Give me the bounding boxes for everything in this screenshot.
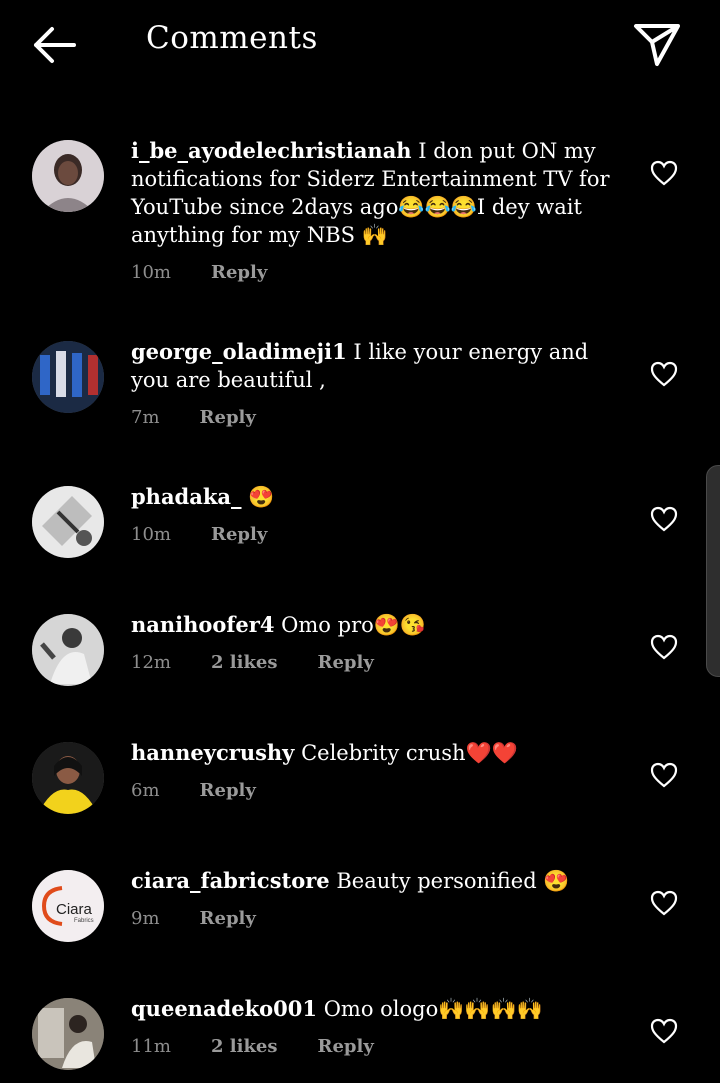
avatar[interactable]	[32, 998, 104, 1070]
reply-button[interactable]: Reply	[200, 407, 256, 428]
comment-username[interactable]: i_be_ayodelechristianah	[131, 138, 412, 163]
scrollbar-thumb[interactable]	[706, 465, 720, 677]
header-bar: Comments	[0, 0, 720, 90]
heart-icon[interactable]	[650, 160, 678, 186]
comment-text: phadaka_ 😍	[131, 483, 621, 511]
reply-button[interactable]: Reply	[318, 1036, 374, 1057]
comment-meta: 9m Reply	[131, 908, 296, 929]
avatar[interactable]	[32, 341, 104, 413]
comment-text: ciara_fabricstore Beauty personified 😍	[131, 867, 621, 895]
comment-time: 6m	[131, 780, 160, 801]
back-arrow-icon[interactable]	[28, 22, 84, 68]
comment-text: george_oladimeji1 I like your energy and…	[131, 338, 621, 394]
comment-meta: 12m 2 likes Reply	[131, 652, 414, 673]
comment-username[interactable]: george_oladimeji1	[131, 339, 347, 364]
reply-button[interactable]: Reply	[211, 262, 267, 283]
comment-body: Omo ologo🙌🙌🙌🙌	[323, 997, 543, 1021]
comment-meta: 11m 2 likes Reply	[131, 1036, 414, 1057]
likes-count[interactable]: 2 likes	[211, 1036, 278, 1057]
heart-icon[interactable]	[650, 890, 678, 916]
heart-icon[interactable]	[650, 361, 678, 387]
reply-button[interactable]: Reply	[200, 780, 256, 801]
ciara-logo-subtext: Fabrics	[74, 918, 94, 924]
comment-username[interactable]: phadaka_	[131, 484, 242, 509]
reply-button[interactable]: Reply	[200, 908, 256, 929]
comment-text: hanneycrushy Celebrity crush❤️❤️	[131, 739, 621, 767]
comment-meta: 7m Reply	[131, 407, 296, 428]
comment-username[interactable]: hanneycrushy	[131, 740, 294, 765]
comment-body: Omo pro😍😘	[281, 613, 427, 637]
heart-icon[interactable]	[650, 506, 678, 532]
heart-icon[interactable]	[650, 1018, 678, 1044]
heart-icon[interactable]	[650, 762, 678, 788]
comment-time: 9m	[131, 908, 160, 929]
avatar[interactable]	[32, 742, 104, 814]
comment-time: 12m	[131, 652, 171, 673]
comment-username[interactable]: ciara_fabricstore	[131, 868, 330, 893]
comment-text: i_be_ayodelechristianah I don put ON my …	[131, 137, 621, 249]
reply-button[interactable]: Reply	[318, 652, 374, 673]
comment-meta: 10m Reply	[131, 262, 307, 283]
comment-time: 10m	[131, 262, 171, 283]
comment-time: 10m	[131, 524, 171, 545]
avatar[interactable]	[32, 614, 104, 686]
page-title: Comments	[146, 20, 318, 56]
reply-button[interactable]: Reply	[211, 524, 267, 545]
avatar[interactable]	[32, 140, 104, 212]
heart-icon[interactable]	[650, 634, 678, 660]
comment-body: Celebrity crush❤️❤️	[301, 741, 518, 765]
avatar[interactable]	[32, 486, 104, 558]
avatar[interactable]: Ciara Fabrics	[32, 870, 104, 942]
comment-time: 11m	[131, 1036, 171, 1057]
comment-username[interactable]: nanihoofer4	[131, 612, 274, 637]
comment-meta: 10m Reply	[131, 524, 307, 545]
comment-body: Beauty personified 😍	[336, 869, 570, 893]
comment-meta: 6m Reply	[131, 780, 296, 801]
comment-text: queenadeko001 Omo ologo🙌🙌🙌🙌	[131, 995, 621, 1023]
comment-text: nanihoofer4 Omo pro😍😘	[131, 611, 621, 639]
comment-time: 7m	[131, 407, 160, 428]
comment-username[interactable]: queenadeko001	[131, 996, 317, 1021]
send-icon[interactable]	[630, 20, 684, 70]
likes-count[interactable]: 2 likes	[211, 652, 278, 673]
comment-body: 😍	[248, 485, 275, 509]
ciara-logo-text: Ciara	[56, 901, 93, 918]
